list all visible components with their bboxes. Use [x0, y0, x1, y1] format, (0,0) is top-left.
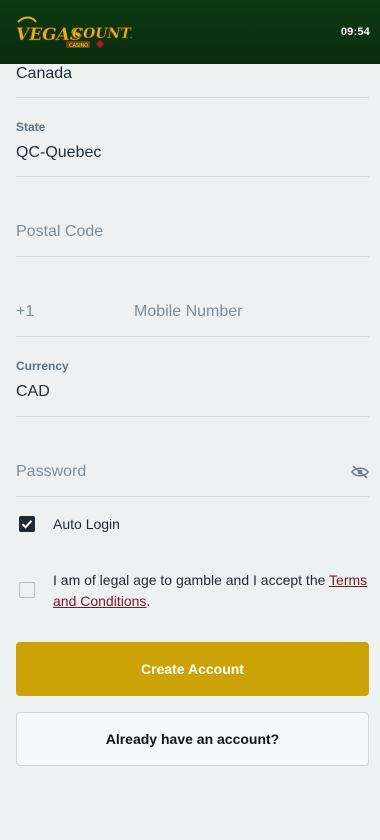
eye-off-icon[interactable]: [351, 465, 369, 479]
currency-field[interactable]: Currency CAD: [16, 337, 369, 417]
vegas-country-logo[interactable]: VEGAS COUNTRY CASINO: [14, 14, 154, 52]
auto-login-label: Auto Login: [53, 516, 120, 532]
state-label: State: [16, 120, 46, 134]
legal-age-text-after: .: [146, 593, 151, 609]
mobile-prefix[interactable]: +1: [16, 303, 34, 321]
country-field[interactable]: Canada: [16, 64, 369, 98]
legal-age-text-before: I am of legal age to gamble and I accept…: [53, 572, 330, 588]
password-placeholder: Password: [16, 463, 87, 480]
legal-age-checkbox[interactable]: [19, 582, 35, 598]
auto-login-row[interactable]: Auto Login: [16, 514, 369, 536]
postal-code-placeholder: Postal Code: [16, 223, 104, 240]
auto-login-checkbox[interactable]: [19, 516, 35, 532]
logo-graphic: VEGAS COUNTRY CASINO: [16, 16, 154, 49]
mobile-number-placeholder: Mobile Number: [134, 303, 243, 320]
create-account-button[interactable]: Create Account: [16, 642, 369, 696]
legal-age-text: I am of legal age to gamble and I accept…: [53, 570, 369, 612]
already-have-account-button[interactable]: Already have an account?: [16, 712, 369, 766]
state-field[interactable]: State QC-Quebec: [16, 98, 369, 177]
clock-time: 09:54: [340, 26, 370, 38]
postal-code-field[interactable]: Postal Code: [16, 177, 369, 257]
currency-value: CAD: [16, 383, 50, 400]
mobile-number-field[interactable]: +1 Mobile Number: [16, 257, 369, 337]
password-field[interactable]: Password: [16, 417, 369, 497]
legal-age-row[interactable]: I am of legal age to gamble and I accept…: [16, 570, 369, 614]
country-value: Canada: [16, 65, 73, 82]
svg-text:COUNTRY: COUNTRY: [72, 26, 132, 42]
state-value: QC-Quebec: [16, 144, 102, 161]
currency-label: Currency: [16, 359, 69, 373]
app-header: VEGAS COUNTRY CASINO 09:54: [0, 0, 380, 64]
registration-form: Canada State QC-Quebec Postal Code +1 Mo…: [16, 64, 369, 497]
svg-text:CASINO: CASINO: [69, 43, 88, 49]
